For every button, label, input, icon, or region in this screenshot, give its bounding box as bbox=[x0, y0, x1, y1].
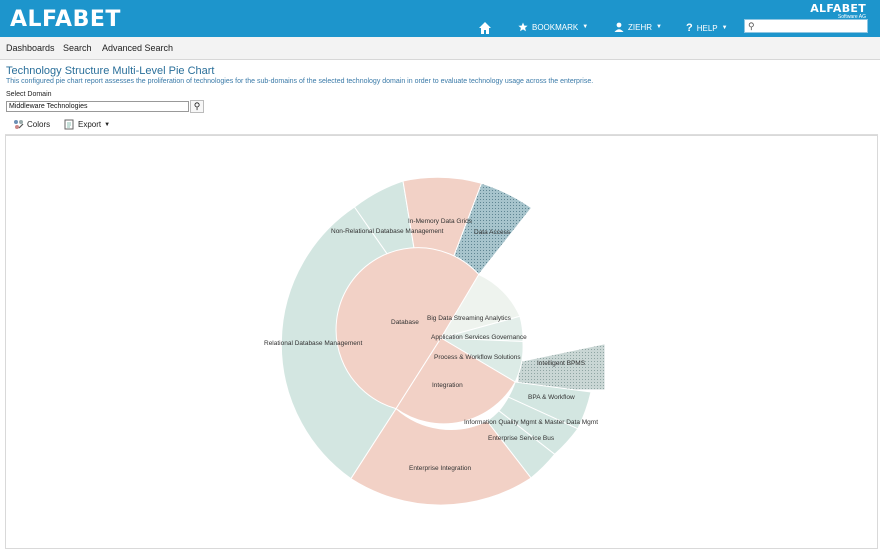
search-icon: ⚲ bbox=[193, 101, 201, 111]
label-non-relational-database-management: Non-Relational Database Management bbox=[331, 228, 444, 235]
label-database: Database bbox=[391, 319, 419, 326]
caret-down-icon: ▼ bbox=[104, 121, 111, 128]
menu-advanced-search[interactable]: Advanced Search bbox=[102, 43, 173, 53]
chart-toolbar: Colors Export ▼ bbox=[5, 116, 878, 135]
colors-button[interactable]: Colors bbox=[13, 119, 50, 130]
bookmark-label: BOOKMARK bbox=[532, 22, 579, 32]
label-process-workflow-solutions: Process & Workflow Solutions bbox=[434, 354, 521, 361]
caret-down-icon: ▼ bbox=[656, 24, 662, 30]
search-icon: ⚲ bbox=[748, 21, 755, 31]
star-icon bbox=[518, 22, 528, 32]
label-in-memory-data-grids: In-Memory Data Grids bbox=[408, 218, 473, 225]
home-icon[interactable] bbox=[478, 21, 492, 35]
user-label: ZIEHR bbox=[628, 22, 652, 32]
label-integration: Integration bbox=[432, 382, 463, 389]
top-header-bar: ALFABET BOOKMARK ▼ ZIEHR ▼ ? HELP ▼ ⚲ AL… bbox=[0, 0, 880, 37]
label-relational-database-management: Relational Database Management bbox=[264, 340, 362, 347]
help-menu[interactable]: ? HELP ▼ bbox=[686, 22, 728, 34]
label-enterprise-service-bus: Enterprise Service Bus bbox=[488, 435, 555, 442]
label-intelligent-bpms: Intelligent BPMS bbox=[537, 360, 586, 367]
question-icon: ? bbox=[686, 22, 693, 34]
menu-dashboards[interactable]: Dashboards bbox=[6, 43, 55, 53]
label-data-access: Data Access bbox=[474, 229, 511, 236]
label-application-services-governance: Application Services Governance bbox=[431, 334, 527, 341]
menu-search[interactable]: Search bbox=[63, 43, 92, 53]
global-search-input[interactable] bbox=[759, 20, 865, 32]
label-enterprise-integration: Enterprise Integration bbox=[409, 465, 472, 472]
page-subtitle: This configured pie chart report assesse… bbox=[6, 78, 594, 85]
alfabet-logo[interactable]: ALFABET bbox=[10, 7, 121, 32]
chart-area: Relational Database Management Non-Relat… bbox=[5, 135, 878, 549]
bookmark-menu[interactable]: BOOKMARK ▼ bbox=[518, 22, 588, 32]
help-label: HELP bbox=[696, 23, 718, 33]
export-icon bbox=[64, 119, 74, 130]
export-button[interactable]: Export ▼ bbox=[64, 119, 110, 130]
palette-icon bbox=[14, 120, 24, 129]
label-bpa-workflow: BPA & Workflow bbox=[528, 394, 575, 401]
caret-down-icon: ▼ bbox=[721, 25, 728, 31]
domain-search-button[interactable]: ⚲ bbox=[190, 100, 204, 113]
multi-level-pie-chart: Relational Database Management Non-Relat… bbox=[264, 176, 606, 506]
select-domain-label: Select Domain bbox=[6, 91, 52, 98]
domain-input[interactable]: Middleware Technologies bbox=[6, 101, 189, 112]
label-big-data-streaming-analytics: Big Data Streaming Analytics bbox=[427, 315, 512, 322]
brand-mark: ALFABET Software AG bbox=[810, 2, 866, 20]
page-title: Technology Structure Multi-Level Pie Cha… bbox=[6, 65, 215, 77]
user-menu[interactable]: ZIEHR ▼ bbox=[614, 22, 662, 32]
global-search[interactable]: ⚲ bbox=[744, 19, 868, 33]
colors-label: Colors bbox=[27, 120, 51, 129]
caret-down-icon: ▼ bbox=[582, 24, 589, 30]
menu-bar: Dashboards Search Advanced Search bbox=[0, 37, 880, 60]
label-information-quality-mgmt: Information Quality Mgmt & Master Data M… bbox=[464, 419, 598, 426]
user-icon bbox=[614, 22, 624, 32]
export-label: Export bbox=[78, 120, 102, 129]
